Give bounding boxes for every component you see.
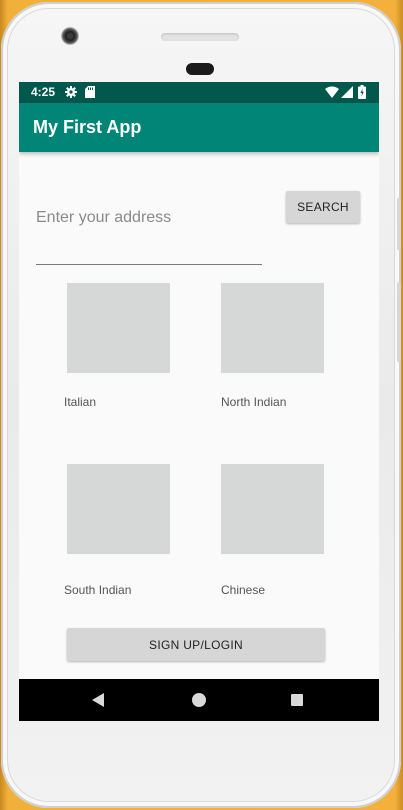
status-bar: 4:25 — [19, 82, 379, 103]
power-button — [397, 198, 401, 250]
proximity-sensor — [186, 63, 214, 75]
category-label-south-indian: South Indian — [64, 583, 132, 597]
category-image-italian[interactable] — [67, 283, 170, 373]
home-icon[interactable] — [192, 693, 206, 707]
category-label-chinese: Chinese — [221, 583, 266, 597]
status-time: 4:25 — [31, 85, 56, 99]
app-bar: My First App — [19, 103, 379, 152]
gear-icon — [65, 86, 77, 98]
battery-icon — [358, 85, 366, 99]
wifi-icon — [325, 86, 339, 98]
category-image-north-indian[interactable] — [221, 283, 324, 373]
back-icon[interactable] — [91, 693, 105, 707]
earpiece-speaker — [161, 33, 239, 41]
signup-login-button[interactable]: SIGN UP/LOGIN — [67, 628, 325, 661]
search-button[interactable]: SEARCH — [286, 191, 360, 223]
category-image-chinese[interactable] — [221, 464, 324, 554]
category-label-north-indian: North Indian — [221, 395, 287, 409]
sd-card-icon — [85, 86, 95, 98]
volume-button — [397, 282, 401, 362]
front-camera — [61, 27, 79, 45]
category-image-south-indian[interactable] — [67, 464, 170, 554]
recents-icon[interactable] — [291, 694, 303, 706]
address-input[interactable] — [36, 194, 262, 265]
navigation-bar — [19, 679, 379, 721]
category-label-italian: Italian — [64, 395, 97, 409]
signal-icon — [341, 86, 353, 98]
device-screen: 4:25 My First App Enter your address SEA… — [19, 82, 379, 721]
app-title: My First App — [33, 117, 142, 137]
